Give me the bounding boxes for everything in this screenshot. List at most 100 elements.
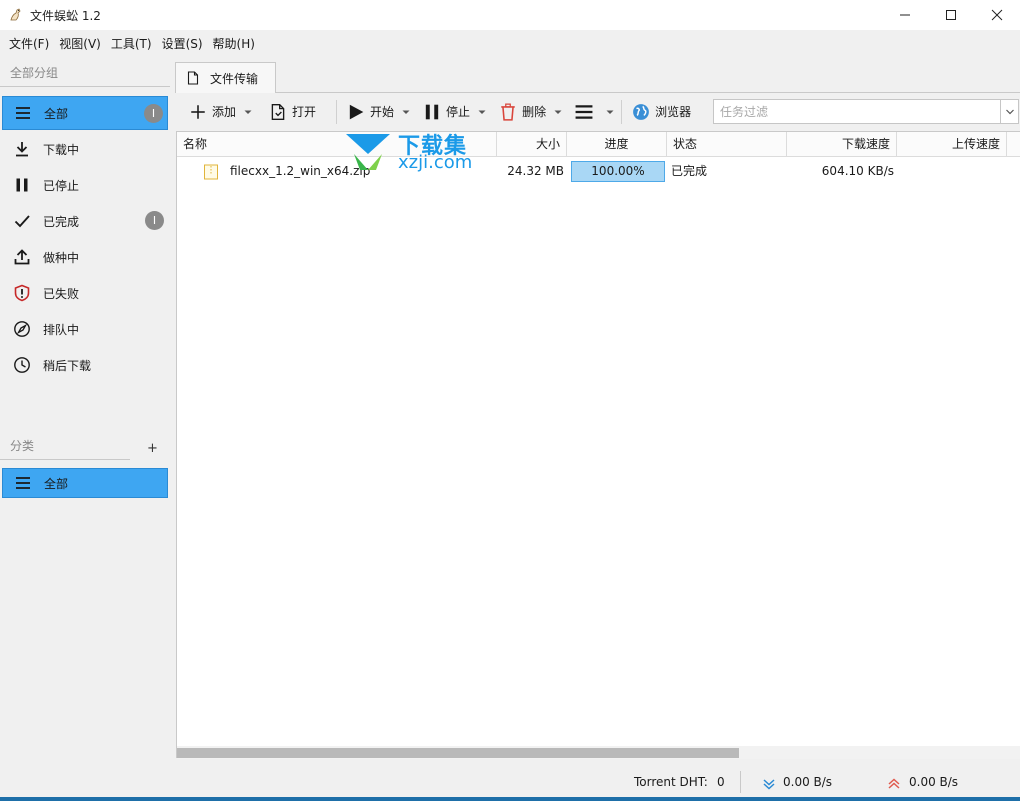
sidebar-item-label: 稍后下载 — [43, 358, 92, 373]
download-speed: 604.10 KB/s — [821, 164, 894, 178]
check-icon — [12, 211, 32, 231]
file-size: 24.32 MB — [507, 164, 564, 178]
status-bar: Torrent DHT: 0 0.00 B/s 0.00 B/s — [0, 767, 1020, 797]
sidebar-item-later[interactable]: 稍后下载 — [2, 348, 168, 382]
column-size[interactable]: 大小 — [497, 132, 567, 157]
add-label: 添加 — [212, 105, 237, 119]
sidebar-item-queued[interactable]: 排队中 — [2, 312, 168, 346]
tab-label: 文件传输 — [210, 71, 259, 86]
list-icon — [13, 473, 33, 493]
sidebar-item-downloading[interactable]: 下载中 — [2, 132, 168, 166]
sidebar-item-label: 做种中 — [43, 250, 80, 265]
stop-label: 停止 — [446, 105, 471, 119]
trash-icon — [499, 103, 517, 121]
sidebar-item-label: 下载中 — [43, 142, 80, 157]
upload-rate: 0.00 B/s — [909, 775, 959, 789]
delete-label: 删除 — [522, 105, 547, 119]
menu-help[interactable]: 帮助(H) — [208, 30, 260, 58]
browser-label: 浏览器 — [655, 105, 692, 119]
column-download-speed[interactable]: 下载速度 — [787, 132, 897, 157]
list-icon — [13, 103, 33, 123]
caret-down-icon[interactable] — [553, 107, 563, 117]
sidebar-item-seeding[interactable]: 做种中 — [2, 240, 168, 274]
watermark: 下载集 xzji.com — [340, 128, 480, 176]
plus-icon — [189, 103, 207, 121]
menu-tools[interactable]: 工具(T) — [106, 30, 157, 58]
open-button[interactable]: 打开 — [269, 98, 316, 126]
column-upload-speed[interactable]: 上传速度 — [897, 132, 1007, 157]
menu-bar: 文件(F) 视图(V) 工具(T) 设置(S) 帮助(H) — [0, 30, 1020, 58]
toolbar-divider — [621, 99, 623, 124]
category-item-label: 全部 — [44, 476, 69, 491]
download-rate-icon — [762, 768, 776, 798]
sidebar-item-stopped[interactable]: 已停止 — [2, 168, 168, 202]
sidebar-item-failed[interactable]: 已失败 — [2, 276, 168, 310]
add-category-button[interactable]: + — [147, 441, 158, 456]
table-row[interactable]: filecxx_1.2_win_x64.zip 24.32 MB 100.00%… — [177, 158, 1020, 185]
download-rate: 0.00 B/s — [783, 775, 833, 789]
browser-button[interactable]: 浏览器 — [632, 98, 691, 126]
more-menu-button[interactable] — [575, 98, 615, 126]
title-bar: 文件蜈蚣 1.2 — [0, 0, 1020, 30]
menu-view[interactable]: 视图(V) — [54, 30, 106, 58]
play-icon — [347, 103, 365, 121]
filter-dropdown-button[interactable] — [1000, 100, 1018, 123]
category-item-all[interactable]: 全部 — [2, 468, 168, 498]
delete-button[interactable]: 删除 — [499, 98, 563, 126]
caret-down-icon[interactable] — [477, 107, 487, 117]
tab-file-transfer[interactable]: 文件传输 — [175, 62, 276, 93]
caret-down-icon[interactable] — [401, 107, 411, 117]
count-badge: I — [145, 211, 164, 230]
globe-icon — [632, 103, 650, 121]
app-logo-icon — [8, 7, 24, 23]
pause-icon — [423, 103, 441, 121]
sidebar-item-completed[interactable]: 已完成 I — [2, 204, 168, 238]
sidebar-item-label: 已完成 — [43, 214, 80, 229]
start-label: 开始 — [370, 105, 395, 119]
scrollbar-thumb[interactable] — [177, 748, 739, 758]
minimize-button[interactable] — [882, 0, 928, 30]
horizontal-scrollbar[interactable] — [177, 746, 1020, 759]
minimize-icon — [900, 14, 910, 16]
start-button[interactable]: 开始 — [347, 98, 411, 126]
stop-button[interactable]: 停止 — [423, 98, 487, 126]
task-filter-input[interactable] — [714, 100, 999, 123]
column-status[interactable]: 状态 — [667, 132, 787, 157]
chevron-down-icon — [1005, 109, 1014, 114]
progress-bar: 100.00% — [571, 161, 665, 182]
group-divider — [0, 86, 170, 87]
open-label: 打开 — [292, 105, 317, 119]
add-button[interactable]: 添加 — [189, 98, 253, 126]
caret-down-icon[interactable] — [605, 107, 615, 117]
group-header: 全部分组 — [10, 66, 59, 80]
table-header: 名称 大小 进度 状态 下载速度 上传速度 — [177, 132, 1020, 157]
upload-rate-icon — [887, 768, 901, 798]
upload-speed — [897, 158, 1004, 185]
sidebar-item-label: 已失败 — [43, 286, 80, 301]
watermark-url: xzji.com — [398, 152, 473, 173]
count-badge: I — [144, 104, 163, 123]
compass-icon — [12, 319, 32, 339]
maximize-button[interactable] — [928, 0, 974, 30]
column-progress[interactable]: 进度 — [567, 132, 667, 157]
category-divider — [0, 459, 130, 460]
sidebar: 全部分组 全部 I 下载中 已停止 已完成 I 做种中 已失败 排队中 稍后下载… — [0, 58, 172, 796]
close-button[interactable] — [974, 0, 1020, 30]
document-icon — [186, 71, 200, 85]
close-icon — [991, 9, 1003, 21]
watermark-logo-icon — [346, 134, 390, 170]
task-table: 名称 大小 进度 状态 下载速度 上传速度 filecxx_1.2_win_x6… — [176, 131, 1020, 759]
sidebar-item-all[interactable]: 全部 I — [2, 96, 168, 130]
caret-down-icon[interactable] — [243, 107, 253, 117]
shield-alert-icon — [12, 283, 32, 303]
pause-icon — [12, 175, 32, 195]
clock-icon — [12, 355, 32, 375]
task-status: 已完成 — [671, 164, 708, 178]
menu-settings[interactable]: 设置(S) — [157, 30, 208, 58]
status-divider — [740, 771, 741, 793]
menu-file[interactable]: 文件(F) — [4, 30, 54, 58]
upload-icon — [12, 247, 32, 267]
category-header: 分类 — [10, 439, 35, 453]
dht-label: Torrent DHT: — [634, 775, 708, 789]
task-filter — [713, 99, 1019, 124]
